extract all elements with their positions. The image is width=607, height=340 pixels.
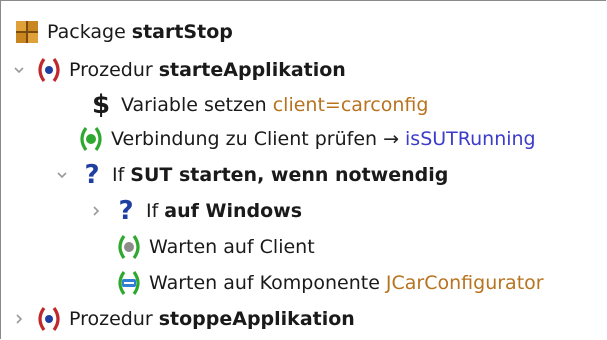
tree-node-if-sut-starten[interactable]: ? If SUT starten, wenn notwendig	[54, 157, 448, 193]
if-condition: auf Windows	[164, 200, 303, 222]
tree-node-package[interactable]: Package startStop	[13, 14, 233, 50]
procedure-tree: Package startStop Prozedur starteApplika…	[0, 0, 606, 339]
chevron-right-icon[interactable]	[88, 203, 104, 219]
variable-label: Variable setzen	[121, 94, 267, 116]
dollar-icon: $	[91, 90, 111, 120]
procedure-icon	[35, 56, 63, 84]
arrow-right-icon: →	[383, 128, 400, 150]
wait-component-icon	[115, 269, 143, 297]
procedure-label: Prozedur	[69, 59, 153, 81]
tree-node-procedure-starte[interactable]: Prozedur starteApplikation	[11, 52, 346, 88]
procedure-icon	[35, 305, 63, 333]
chevron-down-icon[interactable]	[11, 62, 27, 78]
variable-value: client=carconfig	[272, 94, 429, 116]
procedure-label: Prozedur	[69, 308, 153, 330]
tree-node-warten-client[interactable]: Warten auf Client	[115, 229, 315, 265]
package-icon	[13, 18, 41, 46]
wait-client-icon	[115, 233, 143, 261]
if-condition: SUT starten, wenn notwendig	[130, 164, 449, 186]
chevron-right-icon[interactable]	[11, 311, 27, 327]
verbindung-label: Verbindung zu Client prüfen	[111, 128, 378, 150]
component-name: JCarConfigurator	[385, 272, 544, 294]
procedure-call-icon	[77, 125, 105, 153]
tree-node-verbindung-pruefen[interactable]: Verbindung zu Client prüfen → isSUTRunni…	[77, 121, 536, 157]
procedure-name: starteApplikation	[158, 59, 346, 81]
if-label: If	[146, 200, 159, 222]
tree-node-procedure-stoppe[interactable]: Prozedur stoppeApplikation	[11, 301, 355, 337]
chevron-down-icon[interactable]	[54, 167, 70, 183]
if-label: If	[112, 164, 125, 186]
procedure-link[interactable]: isSUTRunning	[405, 128, 536, 150]
package-label: Package	[47, 21, 126, 43]
question-icon: ?	[118, 196, 134, 226]
tree-node-warten-komponente[interactable]: Warten auf Komponente JCarConfigurator	[115, 265, 544, 301]
tree-node-if-windows[interactable]: ? If auf Windows	[88, 193, 302, 229]
warten-client-label: Warten auf Client	[149, 236, 315, 258]
tree-node-variable-setzen[interactable]: $ Variable setzen client=carconfig	[87, 87, 429, 123]
warten-komponente-label: Warten auf Komponente	[149, 272, 380, 294]
procedure-name: stoppeApplikation	[158, 308, 355, 330]
package-name: startStop	[131, 21, 233, 43]
question-icon: ?	[84, 160, 100, 190]
